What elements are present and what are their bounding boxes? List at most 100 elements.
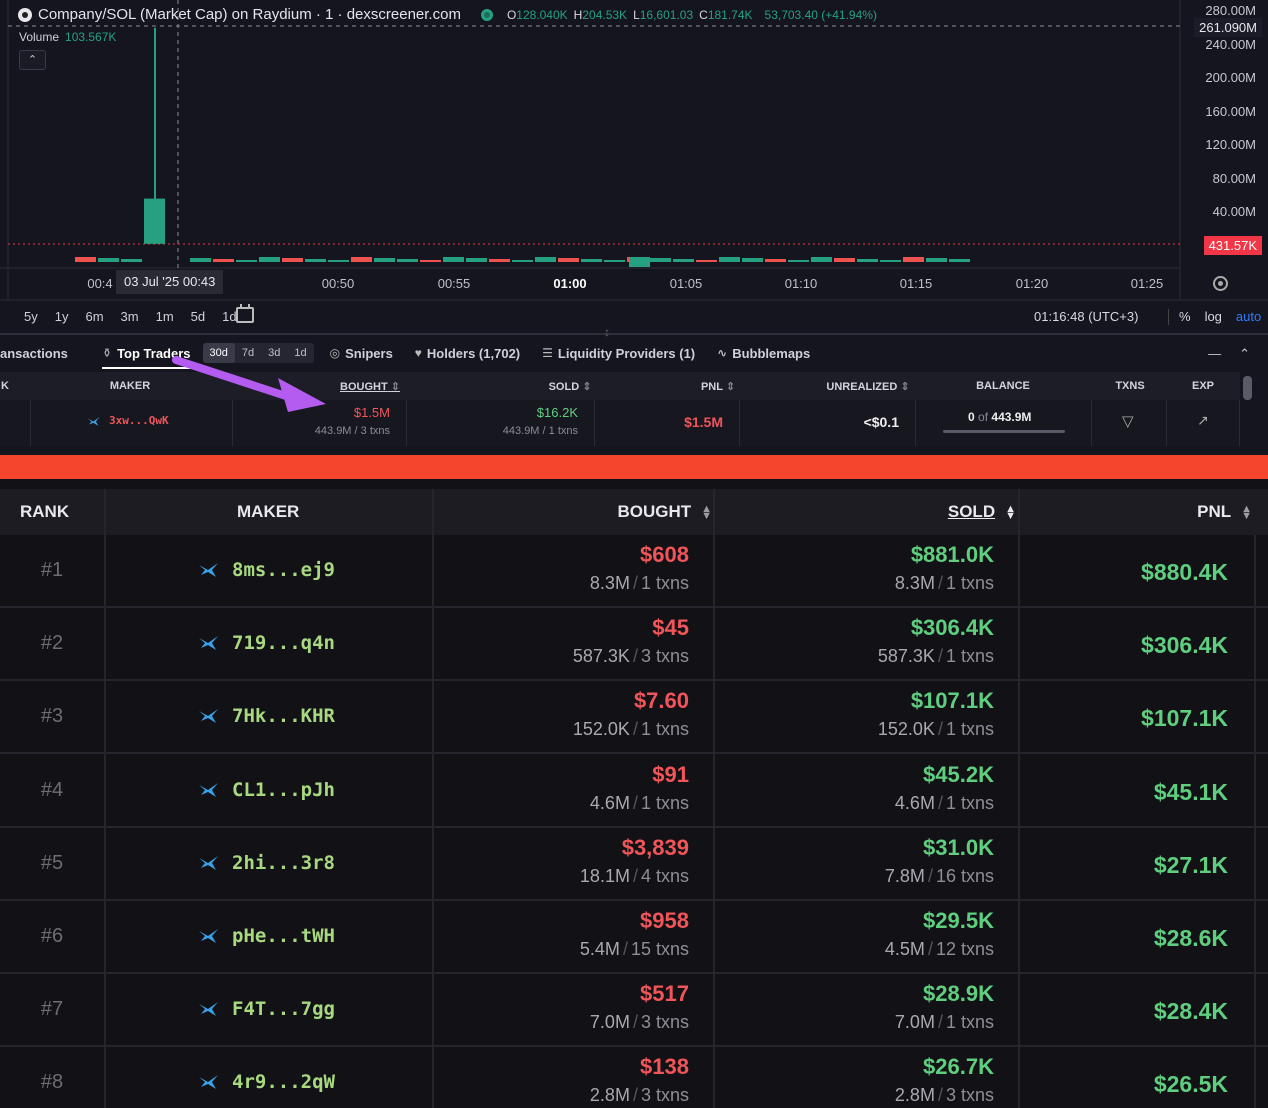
percent-scale-button[interactable]: % [1179, 309, 1191, 325]
bird-icon [199, 855, 218, 870]
separator: / [632, 865, 638, 886]
sold-subtext: 7.8M/16 txns [885, 866, 994, 887]
table-row[interactable]: #8 4r9...2qW $138 2.8M/3 txns $26.7K 2.8M/3 t… [0, 1047, 1268, 1108]
candle [811, 257, 832, 262]
bought-subtext: 587.3K/3 txns [573, 646, 689, 667]
maker-cell[interactable]: 2hi...3r8 [198, 852, 335, 874]
period-button-30d[interactable]: 30d [202, 343, 235, 363]
table-row[interactable]: #7 F4T...7gg $517 7.0M/3 txns $28.9K 7.0M/1 t… [0, 974, 1268, 1048]
volume-label: Volume [19, 30, 60, 44]
table-row[interactable]: #2 719...q4n $45 587.3K/3 txns $306.4K 587.3K… [0, 608, 1268, 682]
maker-cell[interactable]: 4r9...2qW [198, 1071, 335, 1093]
period-selector: 30d 7d 3d 1d [202, 343, 314, 363]
external-link-icon[interactable]: ↗ [1197, 412, 1209, 429]
maker-address[interactable]: 4r9...2qW [232, 1071, 335, 1093]
maker-cell[interactable]: 719...q4n [198, 632, 335, 654]
maker-address[interactable]: 7Hk...KHR [232, 705, 335, 727]
bought-subtext: 7.0M/3 txns [590, 1012, 689, 1033]
header-bought[interactable]: BOUGHT ⇕ [340, 380, 400, 393]
maker-cell[interactable]: 3xw...QwK [30, 400, 232, 446]
header-pnl[interactable]: PNL ⇕ [701, 380, 735, 393]
candle [650, 258, 671, 262]
small-table-header: K MAKER BOUGHT ⇕ SOLD ⇕ PNL ⇕ UNREALIZED… [0, 372, 1240, 400]
header-pnl[interactable]: PNL ▲ ▼ [1197, 502, 1252, 522]
collapse-legend-button[interactable]: ⌃ [19, 50, 46, 70]
last-price-tag: 431.57K [1203, 236, 1262, 255]
panel-window-controls: — ⌃ [1208, 346, 1250, 362]
header-maker[interactable]: MAKER [237, 502, 299, 522]
tab-top-traders-label: Top Traders [117, 345, 191, 361]
header-sold[interactable]: SOLD ⇕ [549, 380, 592, 393]
range-button-1d[interactable]: 1d [222, 309, 236, 324]
bought-amount: 7.0M [589, 1012, 630, 1033]
exp-cell[interactable]: ↗ [1166, 400, 1240, 446]
bought-subtext: 443.9M / 3 txns [314, 425, 390, 437]
header-bought[interactable]: BOUGHT ▲ ▼ [617, 502, 712, 522]
header-maker[interactable]: MAKER [110, 380, 150, 392]
table-row[interactable]: #5 2hi...3r8 $3,839 18.1M/4 txns $31.0K 7.8M /… [0, 828, 1268, 901]
minimize-icon[interactable]: — [1208, 346, 1221, 362]
maker-cell[interactable]: CL1...pJh [198, 779, 335, 801]
range-button-6m[interactable]: 6m [85, 309, 103, 324]
chart-settings-icon[interactable] [1213, 276, 1228, 291]
range-button-1m[interactable]: 1m [156, 309, 174, 324]
x-tick-label: 01:25 [1130, 276, 1164, 291]
header-sold[interactable]: SOLD ▲ ▼ [948, 502, 1016, 522]
maker-address[interactable]: CL1...pJh [232, 779, 335, 801]
maker-cell[interactable]: F4T...7gg [198, 998, 335, 1020]
candle [397, 259, 418, 262]
sold-value: $16.2K [536, 405, 578, 420]
table-row[interactable]: #1 8ms...ej9 $608 8.3M/1 txns $881.0K 8.3M/1 … [0, 535, 1268, 608]
tab-transactions[interactable]: ansactions [0, 346, 80, 361]
screenshot-divider [0, 455, 1268, 479]
period-button-1d[interactable]: 1d [287, 343, 313, 363]
maker-address[interactable]: 2hi...3r8 [232, 852, 335, 874]
sort-icon: ▲ ▼ [1241, 502, 1252, 522]
panel-resize-handle[interactable]: ↕ [604, 325, 610, 339]
maker-cell[interactable]: 8ms...ej9 [198, 559, 335, 581]
maker-address[interactable]: pHe...tWH [232, 925, 335, 947]
heart-icon: ♥ [414, 346, 422, 360]
candle [489, 259, 510, 262]
candle [236, 260, 257, 262]
header-unrealized[interactable]: UNREALIZED ⇕ [826, 380, 909, 393]
tab-snipers-label: Snipers [345, 345, 393, 361]
auto-scale-button[interactable]: auto [1236, 309, 1261, 325]
header-sold-label: SOLD [548, 381, 580, 393]
maker-address[interactable]: F4T...7gg [232, 998, 335, 1020]
maker-address[interactable]: 8ms...ej9 [232, 559, 335, 581]
bought-amount: 5.4M [579, 939, 620, 959]
tab-top-traders[interactable]: ⚱ Top Traders [102, 346, 191, 369]
range-button-5y[interactable]: 5y [24, 309, 38, 324]
pnl-value: $880.4K [1141, 559, 1228, 585]
log-scale-button[interactable]: log [1205, 309, 1222, 325]
table-row[interactable]: #4 CL1...pJh $91 4.6M/1 txns $45.2K 4.6M/1 tx… [0, 755, 1268, 828]
table-row[interactable]: #3 7Hk...KHR $7.60 152.0K/1 txns $107.1K 152.… [0, 681, 1268, 755]
sort-icon: ⇕ [725, 381, 736, 393]
sold-txns: 3 txns [945, 1085, 994, 1106]
go-to-date-icon[interactable] [236, 304, 254, 323]
table-scrollbar[interactable] [1243, 376, 1252, 400]
period-button-7d[interactable]: 7d [235, 343, 261, 363]
expand-icon[interactable]: ⌃ [1239, 346, 1250, 362]
period-button-3d[interactable]: 3d [261, 343, 287, 363]
maker-address[interactable]: 719...q4n [232, 632, 335, 654]
maker-cell[interactable]: pHe...tWH [198, 925, 335, 947]
range-button-1y[interactable]: 1y [55, 309, 69, 324]
table-row[interactable]: #6 pHe...tWH $958 5.4M/15 txns $29.5K 4.5M/12… [0, 901, 1268, 974]
tab-liquidity-providers[interactable]: ☰ Liquidity Providers (1) [542, 346, 695, 361]
tab-holders[interactable]: ♥ Holders (1,702) [415, 346, 520, 361]
separator: / [927, 865, 933, 886]
maker-cell[interactable]: 7Hk...KHR [198, 705, 335, 727]
tab-snipers[interactable]: ◎ Snipers [330, 346, 393, 361]
header-exp: EXP [1191, 380, 1215, 392]
txns-cell[interactable]: ▽ [1091, 400, 1166, 446]
range-button-5d[interactable]: 5d [191, 309, 205, 324]
tab-bubblemaps[interactable]: ∿ Bubblemaps [717, 346, 810, 361]
rank-cell: #3 [40, 705, 64, 728]
bought-value: $3,839 [621, 834, 689, 860]
filter-icon[interactable]: ▽ [1122, 412, 1134, 430]
range-button-3m[interactable]: 3m [121, 309, 139, 324]
maker-address[interactable]: 3xw...QwK [109, 414, 169, 427]
table-row[interactable]: 3xw...QwK $1.5M 443.9M / 3 txns $16.2K 4… [0, 400, 1240, 446]
